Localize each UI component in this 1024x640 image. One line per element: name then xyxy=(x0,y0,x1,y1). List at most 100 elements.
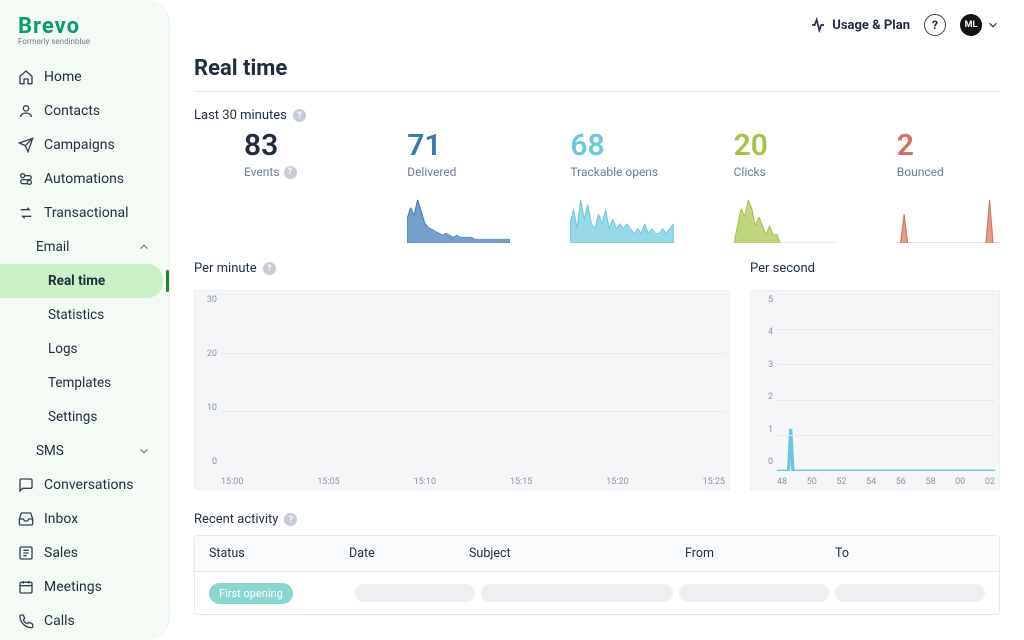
metric-label: Events? xyxy=(244,165,297,179)
help-icon[interactable]: ? xyxy=(284,513,297,526)
charts-row: Per minute ? 3020100 15:0015:0515:1015:1… xyxy=(194,261,1000,490)
sidebar-item-meetings[interactable]: Meetings xyxy=(0,570,169,604)
section-text: Last 30 minutes xyxy=(194,108,287,123)
col-status: Status xyxy=(209,546,349,561)
recent-table: Status Date Subject From To First openin… xyxy=(194,535,1000,615)
sparkline xyxy=(897,195,1000,243)
sidebar-item-conversations[interactable]: Conversations xyxy=(0,468,169,502)
metric-bounced[interactable]: 2Bounced xyxy=(847,131,1000,243)
metric-label: Clicks xyxy=(734,165,766,179)
section-text: Recent activity xyxy=(194,512,278,527)
sparkline xyxy=(244,195,347,243)
per-minute-block: Per minute ? 3020100 15:0015:0515:1015:1… xyxy=(194,261,730,490)
last30-label: Last 30 minutes ? xyxy=(194,108,1000,123)
metric-value: 2 xyxy=(897,131,914,161)
metric-events[interactable]: 83 Events? xyxy=(194,131,347,243)
brand-subtitle: Formerly sendinblue xyxy=(18,37,151,46)
status-badge: First opening xyxy=(209,583,293,604)
sparkline xyxy=(734,195,837,243)
help-icon[interactable]: ? xyxy=(284,166,297,179)
contacts-icon xyxy=(18,103,34,119)
table-row[interactable]: First opening xyxy=(195,572,999,614)
sidebar-item-label: Inbox xyxy=(44,511,78,527)
sidebar-item-sms[interactable]: SMS xyxy=(0,434,169,468)
metric-delivered[interactable]: 71Delivered xyxy=(357,131,510,243)
x-axis: 4850525456580002 xyxy=(777,477,995,487)
help-button[interactable]: ? xyxy=(924,14,946,36)
recent-activity: Recent activity ? Status Date Subject Fr… xyxy=(194,512,1000,615)
avatar: ML xyxy=(960,14,982,36)
sidebar-item-label: Transactional xyxy=(44,205,129,221)
help-icon[interactable]: ? xyxy=(293,109,306,122)
metric-label: Delivered xyxy=(407,165,456,179)
sidebar-item-label: Automations xyxy=(44,171,124,187)
sidebar-item-label: Logs xyxy=(48,341,78,357)
calendar-icon xyxy=(18,579,34,595)
per-second-block: Per second 543210 4850525456580002 xyxy=(750,261,1000,490)
chevron-up-icon xyxy=(137,240,151,254)
usage-label: Usage & Plan xyxy=(832,18,910,33)
sidebar-item-label: Settings xyxy=(48,409,97,425)
metric-value: 68 xyxy=(570,131,604,161)
per-second-chart[interactable]: 543210 4850525456580002 xyxy=(750,290,1000,490)
sidebar-item-automations[interactable]: Automations xyxy=(0,162,169,196)
per-minute-chart[interactable]: 3020100 15:0015:0515:1015:1515:2015:25 xyxy=(194,290,730,490)
per-minute-label: Per minute ? xyxy=(194,261,730,276)
sidebar-item-label: Calls xyxy=(44,613,75,629)
metric-value: 83 xyxy=(244,131,278,161)
metric-trackable-opens[interactable]: 68 Trackable opens xyxy=(520,131,673,243)
usage-and-plan-button[interactable]: Usage & Plan xyxy=(810,17,910,33)
sidebar-item-transactional[interactable]: Transactional xyxy=(0,196,169,230)
sidebar-item-logs[interactable]: Logs xyxy=(0,332,169,366)
sidebar-item-contacts[interactable]: Contacts xyxy=(0,94,169,128)
sidebar-item-label: Home xyxy=(44,69,82,85)
col-from: From xyxy=(685,546,835,561)
automation-icon xyxy=(18,171,34,187)
sidebar-item-email[interactable]: Email xyxy=(0,230,169,264)
col-subject: Subject xyxy=(469,546,685,561)
sales-icon xyxy=(18,545,34,561)
account-menu[interactable]: ML xyxy=(960,14,1000,36)
sidebar-item-campaigns[interactable]: Campaigns xyxy=(0,128,169,162)
y-axis: 543210 xyxy=(751,291,775,471)
sidebar-item-label: Contacts xyxy=(44,103,100,119)
y-axis: 3020100 xyxy=(195,291,219,471)
col-date: Date xyxy=(349,546,469,561)
metric-clicks[interactable]: 20 Clicks xyxy=(684,131,837,243)
metric-label: Trackable opens xyxy=(570,165,658,179)
sidebar-item-label: Templates xyxy=(48,375,111,391)
skeleton-cell xyxy=(835,584,985,602)
metric-value: 20 xyxy=(734,131,768,161)
sparkline xyxy=(407,195,510,243)
sidebar-item-label: Real time xyxy=(48,273,105,289)
metrics-row: 83 Events? 71Delivered 68 Trackable opens 20 C… xyxy=(194,131,1000,243)
sparkline xyxy=(570,195,673,243)
inbox-icon xyxy=(18,511,34,527)
x-axis: 15:0015:0515:1015:1515:2015:25 xyxy=(221,477,725,487)
plot-area xyxy=(777,295,995,471)
brand-logo[interactable]: Brevo Formerly sendinblue xyxy=(0,10,169,50)
sidebar-item-sales[interactable]: Sales xyxy=(0,536,169,570)
sidebar-item-templates[interactable]: Templates xyxy=(0,366,169,400)
sidebar-item-inbox[interactable]: Inbox xyxy=(0,502,169,536)
topbar: Usage & Plan ? ML xyxy=(170,0,1024,42)
sidebar: Brevo Formerly sendinblue Home Contacts … xyxy=(0,0,170,640)
plot-area xyxy=(221,295,725,471)
sidebar-item-realtime[interactable]: Real time xyxy=(0,264,163,298)
sidebar-item-label: Statistics xyxy=(48,307,104,323)
sidebar-item-label: Meetings xyxy=(44,579,102,595)
transactional-icon xyxy=(18,205,34,221)
sidebar-item-home[interactable]: Home xyxy=(0,60,169,94)
transactional-submenu: Email Real time Statistics Logs Template… xyxy=(0,230,169,468)
sidebar-item-label: Campaigns xyxy=(44,137,115,153)
divider xyxy=(194,91,1000,92)
page-title: Real time xyxy=(194,56,1000,81)
sidebar-item-settings[interactable]: Settings xyxy=(0,400,169,434)
sidebar-item-statistics[interactable]: Statistics xyxy=(0,298,169,332)
chat-icon xyxy=(18,477,34,493)
sidebar-item-label: SMS xyxy=(36,443,64,459)
sidebar-item-calls[interactable]: Calls xyxy=(0,604,169,638)
skeleton-cell xyxy=(481,584,673,602)
help-icon[interactable]: ? xyxy=(263,262,276,275)
section-text: Per second xyxy=(750,261,815,276)
